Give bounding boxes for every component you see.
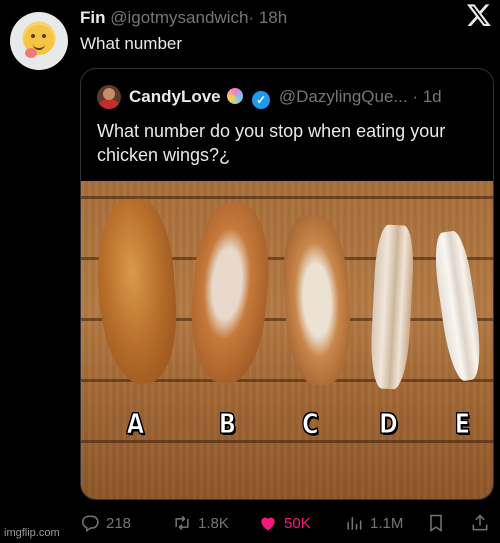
reply-button[interactable]: 218 (80, 513, 131, 533)
reply-icon (82, 515, 99, 532)
image-label-e: E (454, 407, 470, 441)
wing-e (430, 229, 486, 383)
wing-a (92, 196, 182, 387)
verified-icon: ✓ (252, 91, 271, 109)
author-avatar[interactable] (10, 12, 68, 70)
bookmark-icon (430, 514, 442, 532)
like-button[interactable]: 50K (258, 513, 311, 533)
imgflip-watermark: imgflip.com (4, 527, 60, 539)
lollipop-icon (227, 88, 244, 104)
heart-icon (261, 517, 275, 531)
tweet-time[interactable]: · 18h (248, 8, 287, 27)
tongue-icon (25, 48, 37, 58)
image-label-c: C (302, 407, 319, 441)
share-icon (472, 514, 488, 531)
wing-c (280, 213, 354, 387)
quoted-header: CandyLove ✓ @DazylingQue... · 1d (129, 87, 442, 109)
image-label-d: D (379, 407, 398, 441)
quoted-tweet[interactable]: CandyLove ✓ @DazylingQue... · 1d What nu… (80, 68, 494, 500)
author-name[interactable]: Fin (80, 8, 106, 27)
tweet-text: What number (80, 34, 183, 53)
tweet-header: Fin @igotmysandwich· 18h (80, 8, 287, 28)
views-icon (347, 517, 362, 530)
share-button[interactable] (470, 513, 490, 533)
like-count: 50K (284, 514, 311, 532)
wing-d (368, 224, 416, 390)
image-label-b: B (218, 407, 236, 441)
wing-b (185, 200, 275, 386)
image-label-a: A (126, 407, 144, 441)
reply-count: 218 (106, 514, 132, 532)
chicken-wings-image[interactable]: A B C D E (81, 181, 493, 499)
bookmark-button[interactable] (426, 513, 446, 533)
author-handle[interactable]: @igotmysandwich (110, 8, 248, 27)
quoted-author-name[interactable]: CandyLove (129, 87, 221, 106)
retweet-count: 1.8K (198, 514, 229, 532)
quoted-time[interactable]: · 1d (412, 87, 441, 106)
quoted-author-handle[interactable]: @DazylingQue... (279, 87, 408, 106)
views-button[interactable]: 1.1M (344, 513, 403, 533)
retweet-icon (175, 515, 189, 531)
quoted-text: What number do you stop when eating your… (97, 121, 446, 165)
action-bar: 218 1.8K 50K 1.1M (80, 510, 494, 536)
views-count: 1.1M (370, 514, 404, 532)
quoted-author-avatar[interactable] (97, 85, 121, 109)
x-logo-icon[interactable] (466, 2, 492, 28)
retweet-button[interactable]: 1.8K (172, 513, 229, 533)
